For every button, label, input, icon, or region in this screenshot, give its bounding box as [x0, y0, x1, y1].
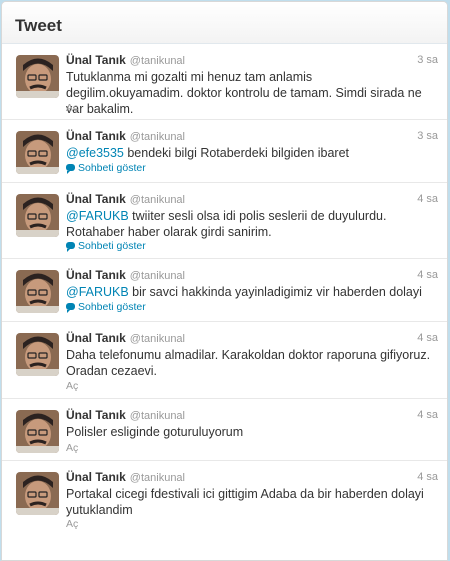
mention-link[interactable]: @FARUKB: [66, 209, 129, 223]
user-handle[interactable]: @tanikunal: [130, 55, 185, 67]
show-conversation-link[interactable]: Sohbeti göster: [66, 301, 146, 313]
expand-label[interactable]: Aç: [66, 102, 78, 114]
user-handle[interactable]: @tanikunal: [130, 194, 185, 206]
user-name[interactable]: Ünal Tanık @tanikunal: [66, 268, 185, 282]
tweet-item[interactable]: Ünal Tanık @tanikunal 4 sa Polisler eslig…: [2, 399, 447, 461]
tweet-text: Tutuklanma mi gozalti mi henuz tam anlam…: [66, 69, 431, 117]
expand-link[interactable]: Aç: [66, 518, 78, 530]
tweet-text: Portakal cicegi fdestivali ici gittigim …: [66, 486, 431, 518]
tweet-item[interactable]: Ünal Tanık @tanikunal 4 sa Portakal ciceg…: [2, 461, 447, 541]
avatar[interactable]: [16, 333, 59, 376]
tweet-body: Portakal cicegi fdestivali ici gittigim …: [66, 487, 424, 517]
tweet-item[interactable]: Ünal Tanık @tanikunal 4 sa Daha telefonum…: [2, 322, 447, 399]
show-conversation-link[interactable]: Sohbeti göster: [66, 240, 146, 252]
tweet-body: bendeki bilgi Rotaberdeki bilgiden ibare…: [123, 146, 350, 160]
show-conversation-label[interactable]: Sohbeti göster: [78, 301, 146, 313]
tweet-item[interactable]: Ünal Tanık @tanikunal 4 sa @FARUKB twiite…: [2, 183, 447, 259]
user-name[interactable]: Ünal Tanık @tanikunal: [66, 470, 185, 484]
tweet-panel: Tweet Ünal Tanık @tanikunal 3 sa Tutuklan…: [1, 1, 448, 561]
avatar[interactable]: [16, 270, 59, 313]
user-name[interactable]: Ünal Tanık @tanikunal: [66, 129, 185, 143]
expand-link[interactable]: Aç: [66, 442, 78, 454]
tweet-body: bir savci hakkinda yayinladigimiz vir ha…: [128, 285, 422, 299]
avatar[interactable]: [16, 472, 59, 515]
user-name[interactable]: Ünal Tanık @tanikunal: [66, 53, 185, 67]
tweet-text: Polisler esliginde goturuluyorum: [66, 424, 431, 440]
expand-link[interactable]: Aç: [66, 102, 78, 114]
display-name[interactable]: Ünal Tanık: [66, 408, 126, 422]
display-name[interactable]: Ünal Tanık: [66, 192, 126, 206]
expand-label[interactable]: Aç: [66, 442, 78, 454]
expand-link[interactable]: Aç: [66, 380, 78, 392]
user-handle[interactable]: @tanikunal: [130, 410, 185, 422]
display-name[interactable]: Ünal Tanık: [66, 268, 126, 282]
expand-label[interactable]: Aç: [66, 518, 78, 530]
show-conversation-label[interactable]: Sohbeti göster: [78, 240, 146, 252]
tweet-timestamp[interactable]: 3 sa: [417, 54, 438, 66]
tweet-body: Tutuklanma mi gozalti mi henuz tam anlam…: [66, 70, 422, 116]
tweet-item[interactable]: Ünal Tanık @tanikunal 3 sa @efe3535 bende…: [2, 120, 447, 183]
tweet-text: @FARUKB twiiter sesli olsa idi polis ses…: [66, 208, 431, 240]
display-name[interactable]: Ünal Tanık: [66, 129, 126, 143]
tweet-timestamp[interactable]: 4 sa: [417, 471, 438, 483]
conversation-bubble-icon: [66, 242, 75, 252]
tweet-item[interactable]: Ünal Tanık @tanikunal 4 sa @FARUKB bir sa…: [2, 259, 447, 322]
avatar[interactable]: [16, 194, 59, 237]
user-handle[interactable]: @tanikunal: [130, 131, 185, 143]
display-name[interactable]: Ünal Tanık: [66, 331, 126, 345]
user-name[interactable]: Ünal Tanık @tanikunal: [66, 192, 185, 206]
page-title: Tweet: [15, 16, 62, 35]
avatar[interactable]: [16, 410, 59, 453]
panel-header: Tweet: [2, 2, 447, 44]
conversation-bubble-icon: [66, 164, 75, 174]
show-conversation-link[interactable]: Sohbeti göster: [66, 162, 146, 174]
avatar[interactable]: [16, 131, 59, 174]
tweet-body: Daha telefonumu almadilar. Karakoldan do…: [66, 348, 431, 378]
show-conversation-label[interactable]: Sohbeti göster: [78, 162, 146, 174]
tweet-timestamp[interactable]: 3 sa: [417, 130, 438, 142]
tweet-text: @efe3535 bendeki bilgi Rotaberdeki bilgi…: [66, 145, 431, 161]
tweet-text: Daha telefonumu almadilar. Karakoldan do…: [66, 347, 431, 379]
tweet-timestamp[interactable]: 4 sa: [417, 193, 438, 205]
mention-link[interactable]: @FARUKB: [66, 285, 129, 299]
mention-link[interactable]: @efe3535: [66, 146, 124, 160]
user-name[interactable]: Ünal Tanık @tanikunal: [66, 408, 185, 422]
tweet-text: @FARUKB bir savci hakkinda yayinladigimi…: [66, 284, 431, 300]
user-handle[interactable]: @tanikunal: [130, 270, 185, 282]
tweet-body: Polisler esliginde goturuluyorum: [66, 425, 244, 439]
user-name[interactable]: Ünal Tanık @tanikunal: [66, 331, 185, 345]
tweet-item[interactable]: Ünal Tanık @tanikunal 3 sa Tutuklanma mi …: [2, 44, 447, 120]
display-name[interactable]: Ünal Tanık: [66, 53, 126, 67]
display-name[interactable]: Ünal Tanık: [66, 470, 126, 484]
tweet-timestamp[interactable]: 4 sa: [417, 409, 438, 421]
tweet-timestamp[interactable]: 4 sa: [417, 269, 438, 281]
conversation-bubble-icon: [66, 303, 75, 313]
user-handle[interactable]: @tanikunal: [130, 472, 185, 484]
tweet-timestamp[interactable]: 4 sa: [417, 332, 438, 344]
expand-label[interactable]: Aç: [66, 380, 78, 392]
user-handle[interactable]: @tanikunal: [130, 333, 185, 345]
avatar[interactable]: [16, 55, 59, 98]
